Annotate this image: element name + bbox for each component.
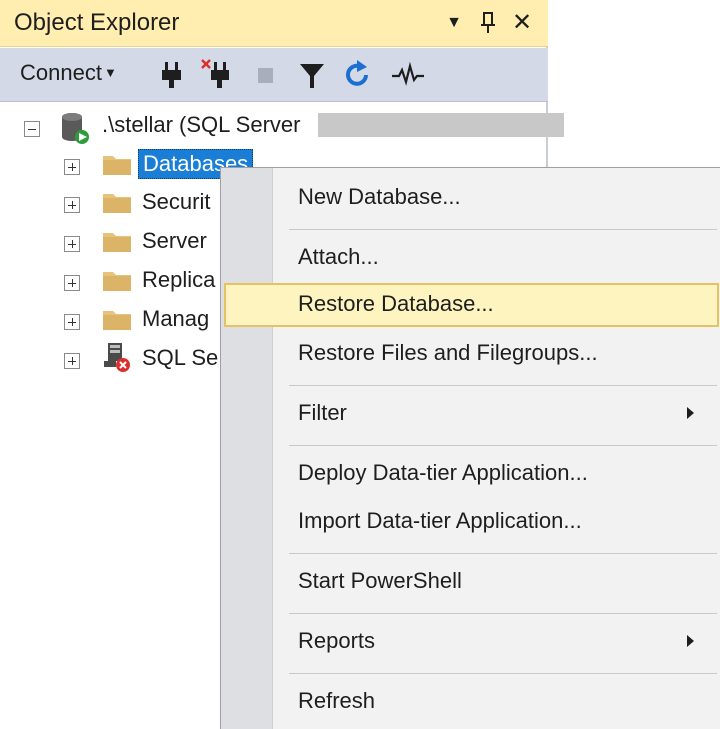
- menu-item-label: Restore Database...: [298, 291, 494, 316]
- context-menu: New Database... Attach... Restore Databa…: [220, 167, 720, 729]
- menu-separator: [289, 613, 717, 614]
- redacted-text: [318, 113, 564, 137]
- filter-icon[interactable]: [296, 58, 328, 92]
- server-objects-expand-toggle[interactable]: [64, 236, 80, 252]
- menu-separator: [289, 553, 717, 554]
- server-collapse-toggle[interactable]: [24, 121, 40, 137]
- connect-plug-icon[interactable]: [156, 58, 188, 92]
- connect-label: Connect: [20, 60, 102, 85]
- menu-item-label: Import Data-tier Application...: [298, 508, 582, 533]
- sql-agent-icon: [102, 341, 132, 373]
- folder-icon: [102, 307, 132, 330]
- menu-item-label: Deploy Data-tier Application...: [298, 460, 588, 485]
- menu-item-label: New Database...: [298, 184, 461, 209]
- menu-item-label: Attach...: [298, 244, 379, 269]
- menu-item-label: Start PowerShell: [298, 568, 462, 593]
- submenu-arrow-icon: [687, 407, 694, 419]
- menu-item-restore-files-filegroups[interactable]: Restore Files and Filegroups...: [224, 332, 719, 376]
- close-icon[interactable]: ✕: [508, 8, 536, 38]
- menu-item-refresh[interactable]: Refresh: [224, 680, 719, 724]
- disconnect-plug-icon[interactable]: [200, 58, 232, 92]
- folder-icon: [102, 190, 132, 213]
- menu-item-filter[interactable]: Filter: [224, 392, 719, 436]
- menu-item-start-powershell[interactable]: Start PowerShell: [224, 560, 719, 604]
- menu-separator: [289, 445, 717, 446]
- chevron-down-icon: ▼: [103, 65, 117, 80]
- menu-item-attach[interactable]: Attach...: [224, 236, 719, 280]
- object-explorer-toolbar: Connect ▼: [0, 48, 548, 102]
- sql-agent-expand-toggle[interactable]: [64, 353, 80, 369]
- menu-item-label: Restore Files and Filegroups...: [298, 340, 598, 365]
- security-expand-toggle[interactable]: [64, 197, 80, 213]
- submenu-arrow-icon: [687, 635, 694, 647]
- menu-separator: [289, 673, 717, 674]
- panel-title: Object Explorer: [14, 9, 180, 36]
- menu-item-new-database[interactable]: New Database...: [224, 176, 719, 220]
- folder-icon: [102, 268, 132, 291]
- databases-expand-toggle[interactable]: [64, 159, 80, 175]
- replication-expand-toggle[interactable]: [64, 275, 80, 291]
- menu-item-label: Filter: [298, 400, 347, 425]
- tree-node-replication[interactable]: Replica: [142, 267, 215, 293]
- pin-icon[interactable]: [474, 8, 502, 38]
- server-database-icon: [58, 110, 92, 146]
- menu-item-restore-database[interactable]: Restore Database...: [224, 283, 719, 327]
- menu-item-import-data-tier[interactable]: Import Data-tier Application...: [224, 500, 719, 544]
- menu-item-deploy-data-tier[interactable]: Deploy Data-tier Application...: [224, 452, 719, 496]
- menu-item-reports[interactable]: Reports: [224, 620, 719, 664]
- stop-icon[interactable]: [250, 58, 282, 92]
- activity-monitor-icon[interactable]: [390, 58, 424, 92]
- tree-node-sql-server-agent[interactable]: SQL Se: [142, 345, 218, 371]
- refresh-icon[interactable]: [342, 58, 374, 92]
- dropdown-arrow-icon[interactable]: ▼: [440, 8, 468, 38]
- management-expand-toggle[interactable]: [64, 314, 80, 330]
- menu-separator: [289, 229, 717, 230]
- menu-item-label: Refresh: [298, 688, 376, 713]
- folder-icon: [102, 152, 132, 175]
- folder-icon: [102, 229, 132, 252]
- tree-node-security[interactable]: Securit: [142, 189, 210, 215]
- connect-button[interactable]: Connect ▼: [20, 60, 117, 86]
- panel-title-bar: Object Explorer ▼ ✕: [0, 0, 548, 47]
- server-node-label[interactable]: .\stellar (SQL Server: [102, 112, 300, 138]
- menu-item-label: Reports: [298, 628, 376, 653]
- tree-node-server-objects[interactable]: Server: [142, 228, 207, 254]
- menu-separator: [289, 385, 717, 386]
- tree-node-management[interactable]: Manag: [142, 306, 209, 332]
